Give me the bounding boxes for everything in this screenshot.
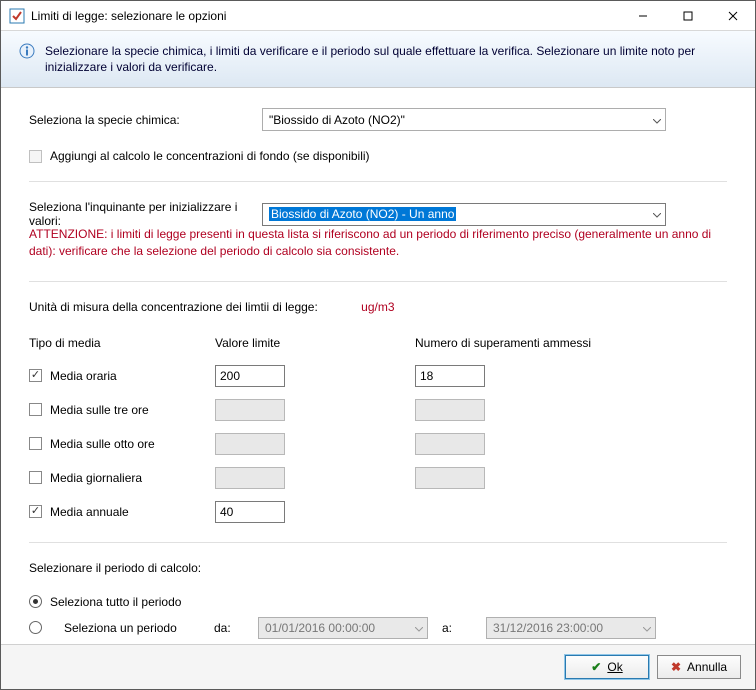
close-button[interactable] [710, 1, 755, 30]
col-header-valore: Valore limite [215, 336, 415, 350]
chevron-down-icon [643, 621, 651, 635]
cancel-button-label: Annulla [687, 660, 727, 674]
window-title: Limiti di legge: selezionare le opzioni [31, 9, 620, 23]
dialog-window: Limiti di legge: selezionare le opzioni … [0, 0, 756, 690]
background-checkbox-label: Aggiungi al calcolo le concentrazioni di… [50, 149, 370, 163]
media-row-label: Media sulle otto ore [50, 437, 155, 451]
period-label: Selezionare il periodo di calcolo: [29, 561, 727, 575]
media-row-label: Media annuale [50, 505, 129, 519]
pollutant-select[interactable]: Biossido di Azoto (NO2) - Un anno [262, 203, 666, 226]
pollutant-select-value: Biossido di Azoto (NO2) - Un anno [269, 207, 456, 221]
chevron-down-icon [653, 207, 661, 221]
species-select-value: "Biossido di Azoto (NO2)" [269, 113, 405, 127]
info-text: Selezionare la specie chimica, i limiti … [45, 43, 737, 75]
separator [29, 281, 727, 282]
numero-input[interactable] [415, 365, 485, 387]
col-header-tipo: Tipo di media [29, 336, 215, 350]
chevron-down-icon [415, 621, 423, 635]
media-row-label: Media sulle tre ore [50, 403, 149, 417]
media-checkbox[interactable] [29, 471, 42, 484]
media-checkbox[interactable] [29, 403, 42, 416]
radio-range-period-label: Seleziona un periodo [64, 621, 200, 635]
date-from-value: 01/01/2016 00:00:00 [265, 621, 375, 635]
check-icon: ✔ [591, 660, 601, 674]
close-icon: ✖ [671, 660, 681, 674]
app-icon [9, 8, 25, 24]
species-select[interactable]: "Biossido di Azoto (NO2)" [262, 108, 666, 131]
valore-input[interactable] [215, 433, 285, 455]
media-row: Media annuale [29, 500, 727, 524]
radio-all-period-label: Seleziona tutto il periodo [50, 595, 181, 609]
pollutant-label: Seleziona l'inquinante per inizializzare… [29, 200, 262, 228]
media-checkbox[interactable] [29, 437, 42, 450]
numero-input[interactable] [415, 399, 485, 421]
media-checkbox[interactable] [29, 505, 42, 518]
minimize-button[interactable] [620, 1, 665, 30]
media-row: Media sulle tre ore [29, 398, 727, 422]
numero-input[interactable] [415, 467, 485, 489]
media-row: Media giornaliera [29, 466, 727, 490]
radio-all-period[interactable] [29, 595, 42, 608]
numero-input[interactable] [415, 433, 485, 455]
media-row-label: Media giornaliera [50, 471, 142, 485]
separator [29, 181, 727, 182]
to-label: a: [442, 621, 472, 635]
date-to-value: 31/12/2016 23:00:00 [493, 621, 603, 635]
species-label: Seleziona la specie chimica: [29, 113, 262, 127]
valore-input[interactable] [215, 399, 285, 421]
background-checkbox[interactable] [29, 150, 42, 163]
chevron-down-icon [653, 113, 661, 127]
ok-button[interactable]: ✔ Ok [565, 655, 649, 679]
warning-text: ATTENZIONE: i limiti di legge presenti i… [29, 226, 727, 258]
from-label: da: [214, 621, 244, 635]
valore-input[interactable] [215, 365, 285, 387]
ok-button-label: Ok [607, 660, 622, 674]
valore-input[interactable] [215, 467, 285, 489]
media-checkbox[interactable] [29, 369, 42, 382]
footer: ✔ Ok ✖ Annulla [1, 644, 755, 689]
titlebar: Limiti di legge: selezionare le opzioni [1, 1, 755, 31]
radio-range-period[interactable] [29, 621, 42, 634]
info-banner: Selezionare la specie chimica, i limiti … [1, 31, 755, 88]
units-value: ug/m3 [361, 300, 394, 314]
media-table: Tipo di media Valore limite Numero di su… [29, 336, 727, 524]
valore-input[interactable] [215, 501, 285, 523]
date-to-select[interactable]: 31/12/2016 23:00:00 [486, 617, 656, 639]
cancel-button[interactable]: ✖ Annulla [657, 655, 741, 679]
date-from-select[interactable]: 01/01/2016 00:00:00 [258, 617, 428, 639]
separator [29, 542, 727, 543]
units-label: Unità di misura della concentrazione dei… [29, 300, 318, 314]
media-row: Media sulle otto ore [29, 432, 727, 456]
media-row-label: Media oraria [50, 369, 117, 383]
col-header-numero: Numero di superamenti ammessi [415, 336, 615, 350]
content-area: Seleziona la specie chimica: "Biossido d… [1, 88, 755, 644]
maximize-button[interactable] [665, 1, 710, 30]
info-icon [19, 43, 35, 59]
media-row: Media oraria [29, 364, 727, 388]
